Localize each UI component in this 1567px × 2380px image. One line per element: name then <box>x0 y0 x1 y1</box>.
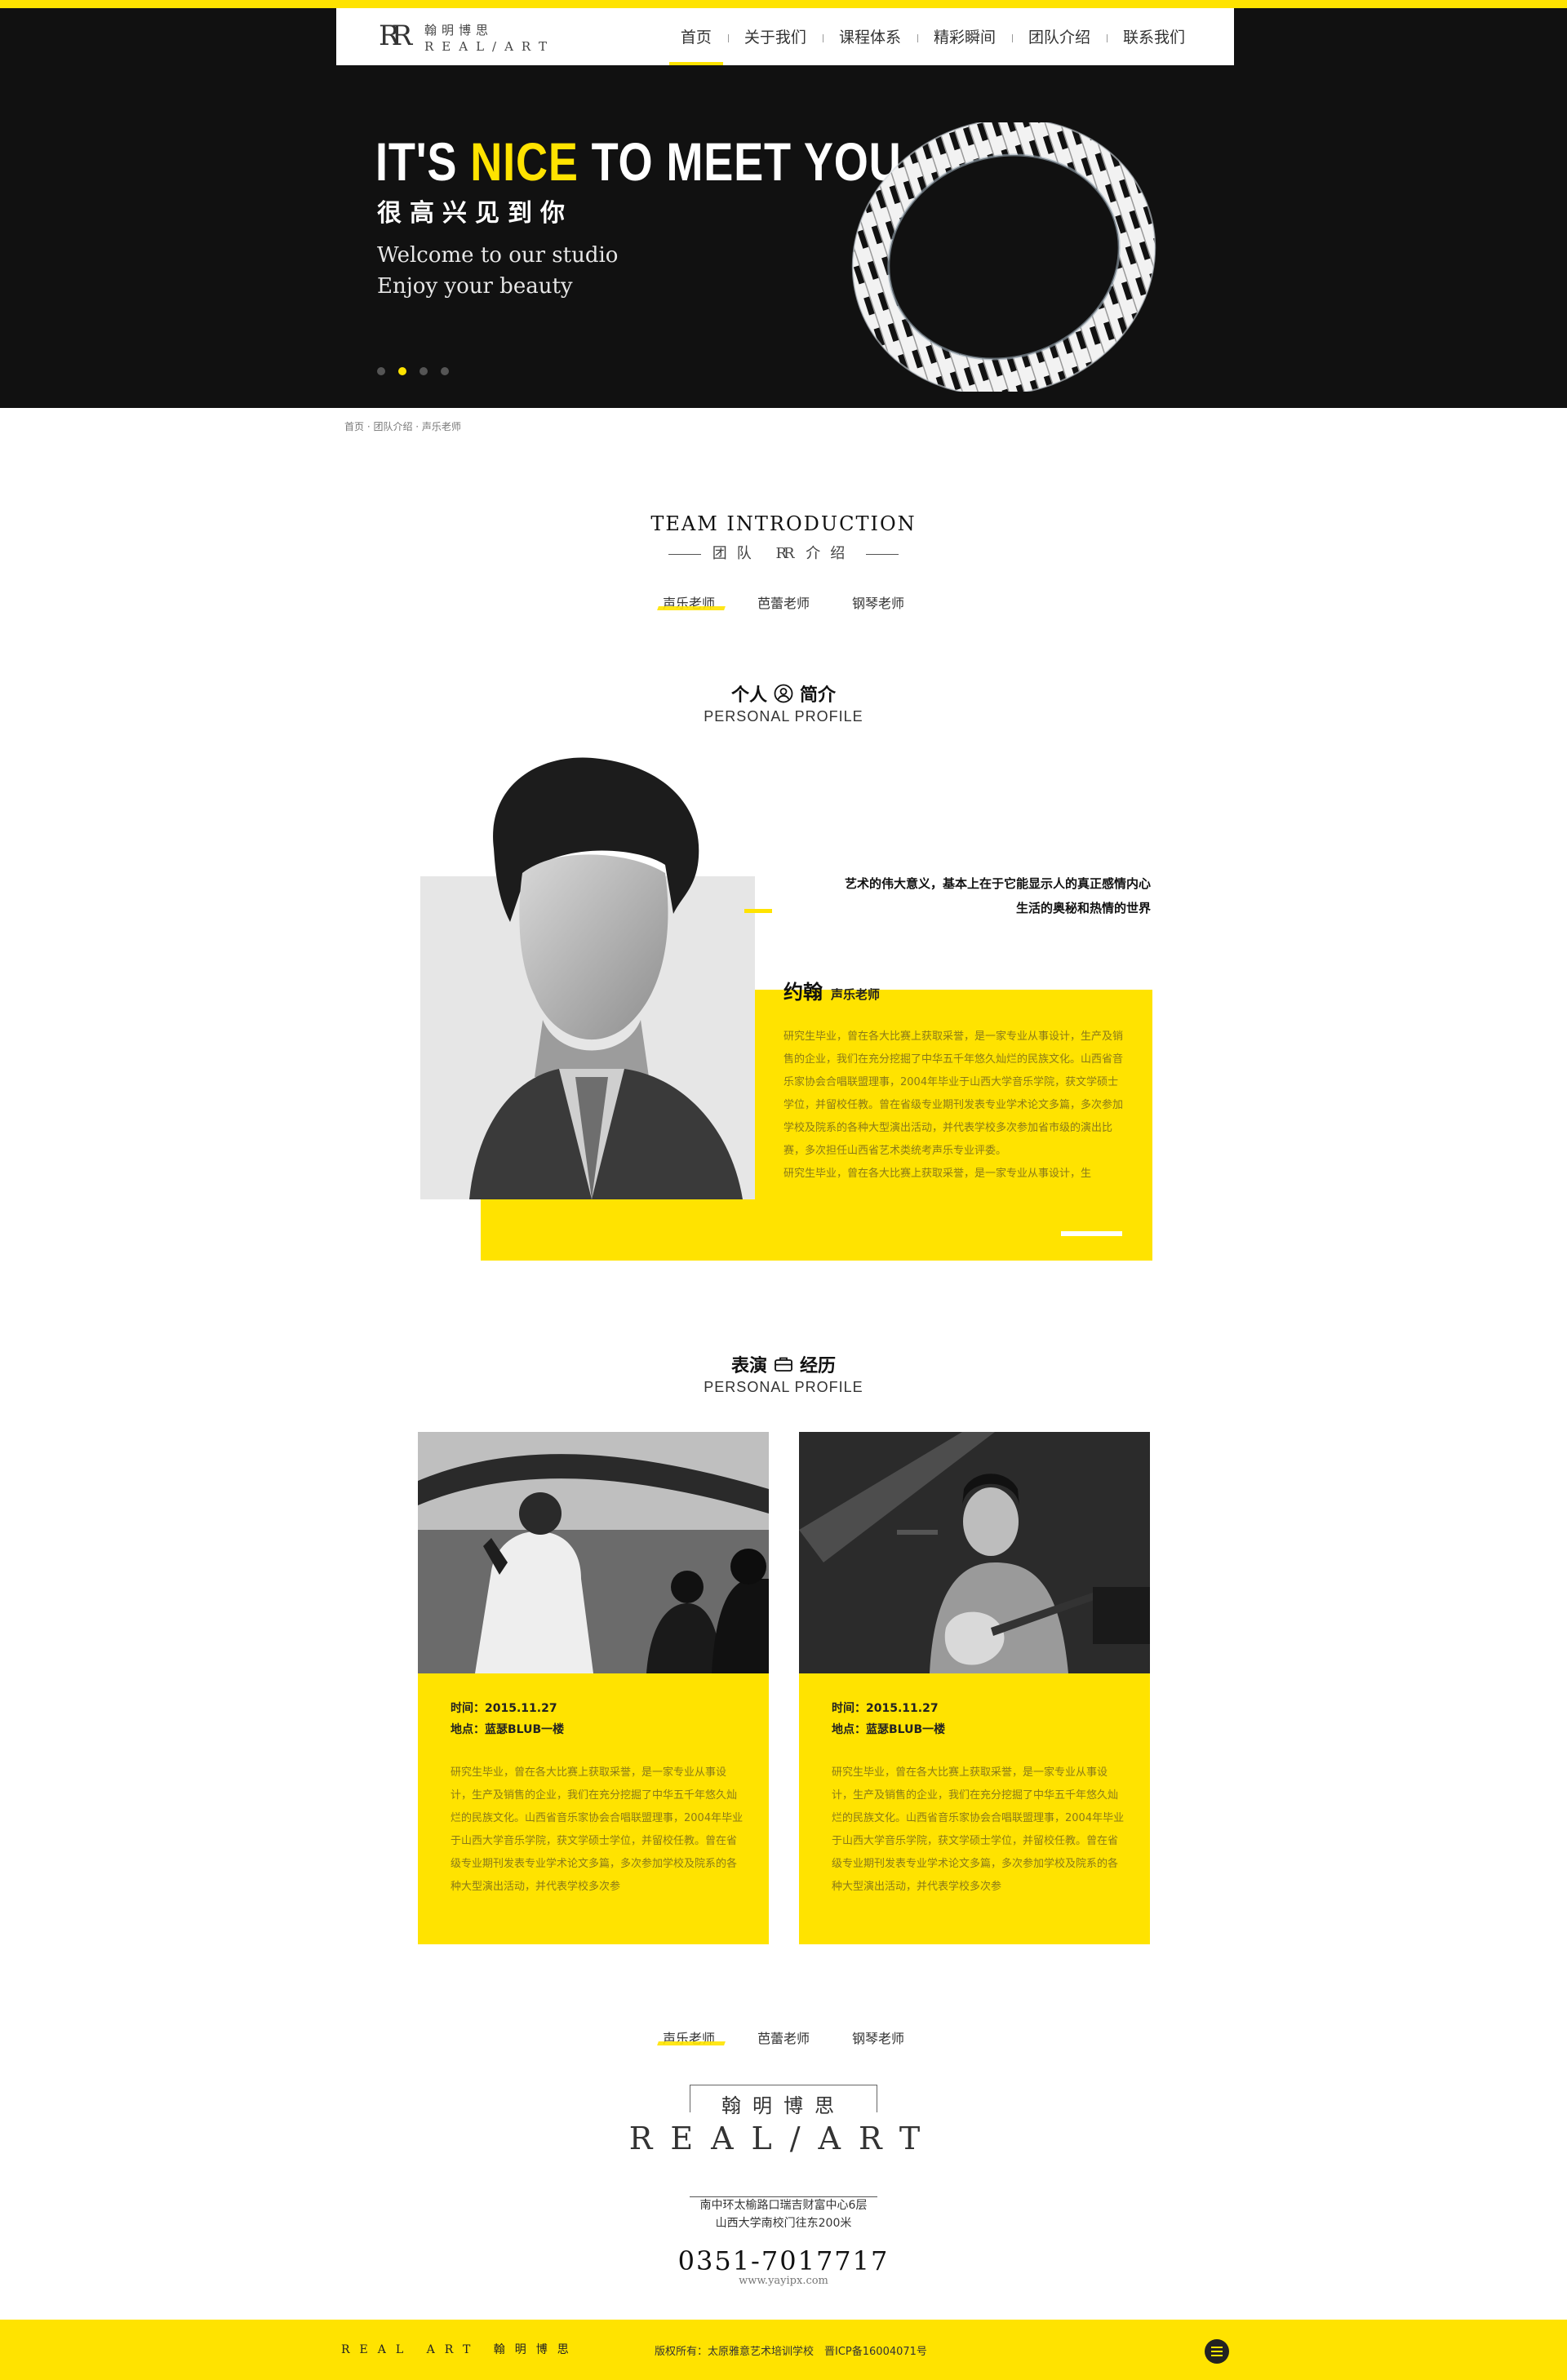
performance-heading-cn: 表演 经历 <box>0 1351 1567 1377</box>
profile-heading-a: 个人 <box>730 685 767 706</box>
footer-logo: 翰明博思 REAL/ART <box>628 2085 939 2166</box>
team-title-cn-left: 团队 <box>712 545 761 562</box>
performance-photo-singer <box>418 1432 769 1673</box>
menu-icon-line <box>1211 2355 1223 2356</box>
team-title-mark: RR <box>775 545 794 562</box>
performance-heading-a: 表演 <box>730 1356 767 1376</box>
footer-phone[interactable]: 0351-7017717 <box>0 2245 1567 2276</box>
team-title-en: TEAM INTRODUCTION <box>650 512 917 535</box>
performance-time: 时间：2015.11.27 <box>832 1702 939 1715</box>
footer-copyright: 版权所有：太原雅意艺术培训学校 <box>655 2346 815 2358</box>
performance-meta: 时间：2015.11.27 地点：蓝瑟BLUB一楼 <box>832 1698 945 1740</box>
footer-website[interactable]: www.yayipx.com <box>0 2275 1567 2287</box>
bio-paragraph: 研究生毕业，曾在各大比赛上获取采誉，是一家专业从事设计，生产及销售的企业，我们在… <box>784 1030 1124 1157</box>
tab-piano[interactable]: 钢琴老师 <box>847 2028 909 2047</box>
profile-quote: 艺术的伟大意义，基本上在于它能显示人的真正感情内心 生活的奥秘和热情的世界 <box>784 871 1151 920</box>
address-line: 山西大学南校门往东200米 <box>715 2217 852 2230</box>
menu-icon-line <box>1211 2351 1223 2352</box>
hero-banner: RR 翰明博思 REAL/ART 首页 关于我们 课程体系 精彩瞬间 团队介绍 … <box>0 8 1567 408</box>
team-title-cn: 团队 RR 介绍 <box>0 542 1567 563</box>
slider-dot[interactable] <box>419 367 428 375</box>
footer-icp[interactable]: 晋ICP备16004071号 <box>824 2342 927 2358</box>
slider-dot[interactable] <box>377 367 385 375</box>
performance-heading-b: 经历 <box>800 1356 837 1376</box>
bio-accent-bar <box>1061 1231 1122 1236</box>
tab-vocal[interactable]: 声乐老师 <box>658 2028 720 2047</box>
nav-item-moments[interactable]: 精彩瞬间 <box>917 8 1012 65</box>
performance-heading-en: PERSONAL PROFILE <box>704 1379 863 1395</box>
slider-dots <box>377 367 449 375</box>
performance-text: 研究生毕业，曾在各大比赛上获取采誉，是一家专业从事设计，生产及销售的企业，我们在… <box>832 1766 1125 1893</box>
profile-heading-b: 简介 <box>800 685 837 706</box>
performance-heading: 表演 经历 PERSONAL PROFILE <box>0 1351 1567 1396</box>
slider-dot-active[interactable] <box>398 367 406 375</box>
profile-heading: 个人 简介 PERSONAL PROFILE <box>0 680 1567 725</box>
breadcrumb: 首页 · 团队介绍 · 声乐老师 <box>344 421 461 432</box>
slider-dot[interactable] <box>441 367 449 375</box>
top-accent-line <box>0 0 1567 8</box>
bio-paragraph: 研究生毕业，曾在各大比赛上获取采誉，是一家专业从事设计，生 <box>784 1168 1092 1180</box>
tab-vocal[interactable]: 声乐老师 <box>658 592 720 612</box>
performance-time: 时间：2015.11.27 <box>451 1702 557 1715</box>
user-icon <box>774 684 793 703</box>
team-title-cn-right: 介绍 <box>806 545 855 562</box>
hero-title-part: IT'S <box>375 131 471 192</box>
teacher-bio: 研究生毕业，曾在各大比赛上获取采誉，是一家专业从事设计，生产及销售的企业，我们在… <box>784 1026 1126 1186</box>
bottom-teacher-tabs: 声乐老师 芭蕾老师 钢琴老师 <box>0 2028 1567 2047</box>
main-menu: 首页 关于我们 课程体系 精彩瞬间 团队介绍 联系我们 <box>664 8 1201 65</box>
logo-mark: RR <box>379 20 412 52</box>
profile-heading-en: PERSONAL PROFILE <box>704 708 863 725</box>
footer-bar-logo: REAL ART 翰明博思 <box>341 2343 579 2356</box>
title-rule <box>668 553 701 555</box>
footer-logo-cn: 翰明博思 <box>721 2094 846 2117</box>
footer-address: 南中环太榆路口瑞吉财富中心6层 山西大学南校门往东200米 <box>0 2196 1567 2232</box>
hero-welcome-line: Welcome to our studio <box>377 243 619 268</box>
teacher-portrait-photo <box>469 757 743 1199</box>
nav-item-about[interactable]: 关于我们 <box>727 8 823 65</box>
performance-text: 研究生毕业，曾在各大比赛上获取采誉，是一家专业从事设计，生产及销售的企业，我们在… <box>451 1766 744 1893</box>
nav-item-courses[interactable]: 课程体系 <box>822 8 917 65</box>
briefcase-icon <box>775 1357 792 1372</box>
nav-item-team[interactable]: 团队介绍 <box>1011 8 1107 65</box>
profile-heading-cn: 个人 简介 <box>0 680 1567 707</box>
performance-place: 地点：蓝瑟BLUB一楼 <box>832 1723 946 1736</box>
logo-cn: 翰明博思 <box>424 23 494 38</box>
hero-title-nice: NICE <box>470 131 579 192</box>
header-nav: RR 翰明博思 REAL/ART 首页 关于我们 课程体系 精彩瞬间 团队介绍 … <box>336 8 1234 65</box>
nav-item-home[interactable]: 首页 <box>664 8 728 65</box>
performance-card[interactable]: 时间：2015.11.27 地点：蓝瑟BLUB一楼 研究生毕业，曾在各大比赛上获… <box>799 1432 1150 1944</box>
hero-title: IT'S NICE TO MEET YOU <box>375 131 902 193</box>
hero-welcome-line: Enjoy your beauty <box>377 274 573 299</box>
performance-card[interactable]: 时间：2015.11.27 地点：蓝瑟BLUB一楼 研究生毕业，曾在各大比赛上获… <box>418 1432 769 1944</box>
performance-photo-guitarist <box>799 1432 1150 1673</box>
teacher-role: 声乐老师 <box>831 987 881 1002</box>
footer-logo-en: REAL/ART <box>628 2121 939 2156</box>
title-rule <box>866 553 899 555</box>
piano-keyboard-ring-image <box>851 122 1156 392</box>
hero-subtitle-cn: 很高兴见到你 <box>377 199 573 228</box>
teacher-name: 约翰 <box>784 981 823 1004</box>
footer-bar: REAL ART 翰明博思 版权所有：太原雅意艺术培训学校 晋ICP备16004… <box>0 2320 1567 2380</box>
nav-item-contact[interactable]: 联系我们 <box>1106 8 1201 65</box>
teacher-tabs: 声乐老师 芭蕾老师 钢琴老师 <box>0 592 1567 612</box>
logo-en: REAL/ART <box>424 39 555 54</box>
address-line: 南中环太榆路口瑞吉财富中心6层 <box>699 2199 868 2212</box>
menu-icon[interactable] <box>1205 2339 1229 2364</box>
tab-ballet[interactable]: 芭蕾老师 <box>752 2028 815 2047</box>
hero-welcome: Welcome to our studio Enjoy your beauty <box>377 240 618 302</box>
site-logo[interactable]: RR 翰明博思 REAL/ART <box>379 18 591 57</box>
performance-place: 地点：蓝瑟BLUB一楼 <box>451 1723 565 1736</box>
teacher-name-line: 约翰 声乐老师 <box>784 976 880 1004</box>
quote-accent-bar <box>744 909 772 913</box>
menu-icon-line <box>1211 2347 1223 2348</box>
quote-line: 艺术的伟大意义，基本上在于它能显示人的真正感情内心 <box>844 876 1151 891</box>
tab-piano[interactable]: 钢琴老师 <box>847 592 909 612</box>
tab-ballet[interactable]: 芭蕾老师 <box>752 592 815 612</box>
performance-meta: 时间：2015.11.27 地点：蓝瑟BLUB一楼 <box>451 1698 564 1740</box>
quote-line: 生活的奥秘和热情的世界 <box>1015 901 1151 915</box>
